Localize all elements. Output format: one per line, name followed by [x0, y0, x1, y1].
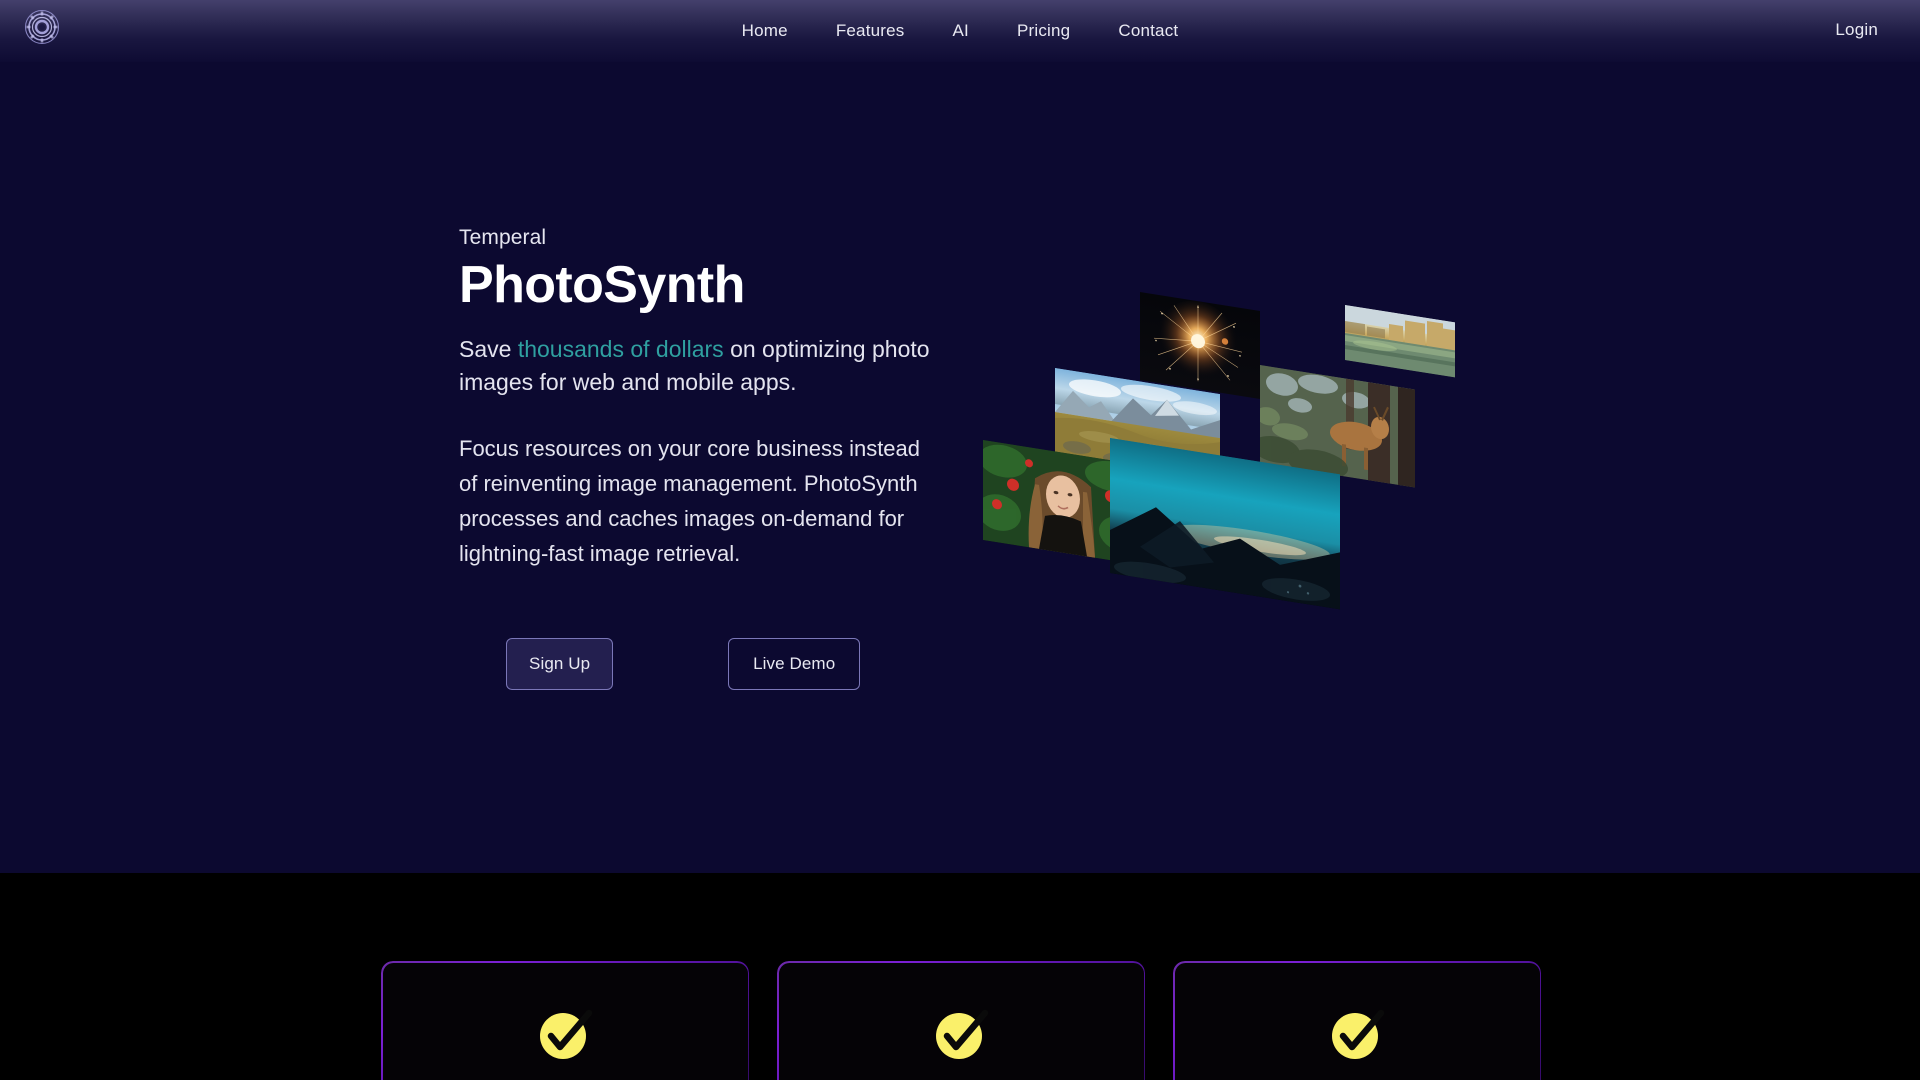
live-demo-button[interactable]: Live Demo: [728, 638, 861, 690]
top-navbar: Home Features AI Pricing Contact Login: [0, 0, 1920, 62]
hero-eyebrow: Temperal: [459, 226, 547, 249]
check-circle-icon: [1329, 1007, 1385, 1063]
sign-up-button[interactable]: Sign Up: [506, 638, 614, 690]
nav-link-home[interactable]: Home: [718, 22, 812, 39]
nav-link-login[interactable]: Login: [1835, 20, 1878, 40]
features-section: Save time and resources No-code image pr…: [0, 873, 1920, 1080]
feature-card-fast-secure[interactable]: Fast and Secure: [1173, 961, 1541, 1080]
check-circle-icon: [933, 1007, 989, 1063]
nav-link-features[interactable]: Features: [812, 22, 929, 39]
nav-link-ai[interactable]: AI: [929, 22, 993, 39]
feature-cards: Save time and resources No-code image pr…: [381, 961, 1541, 1080]
hero-lead-before: Save: [459, 336, 518, 363]
feature-card-no-code[interactable]: No-code image processing: [777, 961, 1145, 1080]
hero-lead: Save thousands of dollars on optimizing …: [459, 333, 959, 398]
waterfront-city-photo: [1345, 305, 1455, 378]
check-circle-icon: [537, 1007, 593, 1063]
hero-lead-accent: thousands of dollars: [517, 336, 724, 363]
photo-collage: [965, 280, 1495, 625]
feature-card-save-time[interactable]: Save time and resources: [381, 961, 749, 1080]
page-title: PhotoSynth: [459, 256, 745, 315]
nav-link-contact[interactable]: Contact: [1094, 22, 1202, 39]
nav-links: Home Features AI Pricing Contact: [0, 0, 1920, 62]
hero-copy: Temperal PhotoSynth Save thousands of do…: [459, 225, 959, 572]
hero-body: Focus resources on your core business in…: [459, 435, 921, 566]
fireworks-photo: [1140, 292, 1260, 400]
hero-section: Home Features AI Pricing Contact Login T…: [0, 0, 1920, 873]
hero-actions: Sign Up Live Demo: [506, 638, 861, 690]
nav-link-pricing[interactable]: Pricing: [993, 22, 1094, 39]
